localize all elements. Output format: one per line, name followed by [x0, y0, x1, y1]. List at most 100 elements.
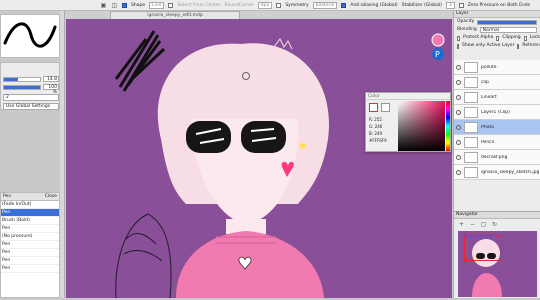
round-corner-label: RoundCorner [224, 2, 254, 8]
select-center-checkbox[interactable] [168, 2, 174, 8]
brush-opacity-slider[interactable] [3, 85, 41, 90]
layer-name: Layer1 (Clip) [481, 109, 510, 115]
zoom-out-icon[interactable]: − [469, 221, 476, 228]
layer-row[interactable]: ignacio_sleepy_sketch.jpg [454, 165, 540, 180]
black-scribble [114, 30, 166, 92]
opacity-row: Opacity [454, 18, 540, 26]
navigator-viewport-rect[interactable] [464, 235, 502, 261]
navigator-title: Navigator [454, 212, 540, 219]
layer-visibility-icon[interactable] [456, 139, 461, 145]
layer-panel-title: Layer [454, 11, 540, 18]
select-center-label: Select From Center [177, 2, 221, 8]
zero-pressure-checkbox[interactable] [458, 2, 464, 8]
brush-list-item[interactable]: Pen [1, 241, 59, 249]
saturation-value-picker[interactable] [398, 101, 445, 151]
fit-icon[interactable]: ▢ [480, 221, 487, 228]
stabilizer-label: Stabilizer (Global) [401, 2, 442, 8]
symmetry-label: Symmetry [285, 2, 309, 8]
blue-value: B: 249 [369, 131, 382, 136]
avatar-icon[interactable] [431, 33, 445, 47]
layer-row[interactable]: decrasf.png [454, 150, 540, 165]
rotate-icon[interactable]: ↻ [491, 221, 498, 228]
brush-list-item[interactable]: (No pressure) [1, 233, 59, 241]
zoom-in-icon[interactable]: + [458, 221, 465, 228]
brush-list-item[interactable]: (Fade In/Out) [1, 201, 59, 209]
pink-sweater [176, 231, 324, 298]
brush-list-header: Pen Close [1, 193, 59, 201]
layer-name: Pencil [481, 139, 495, 145]
layer-row[interactable]: Pencil [454, 135, 540, 150]
layer-row[interactable]: Lineart [454, 90, 540, 105]
brush-list-close-button[interactable]: Close [45, 194, 57, 199]
color-window: Color R: 255 G: 246 B: 249 #FFF6F9 [365, 92, 451, 152]
primary-color-swatch[interactable] [369, 103, 378, 112]
symmetry-checkbox[interactable] [276, 2, 282, 8]
show-active-checkbox[interactable] [457, 43, 459, 49]
layer-list: pollute clip Lineart Layer1 (Clip) Photo Penc… [454, 60, 540, 180]
brush-list-item[interactable]: Pen [1, 257, 59, 265]
shape-checkbox[interactable] [122, 2, 127, 8]
lock-checkbox[interactable] [523, 35, 527, 41]
layer-visibility-icon[interactable] [456, 124, 461, 130]
navigator-preview[interactable] [458, 231, 537, 297]
reference-label: Reference [522, 43, 540, 48]
brush-size-value[interactable]: 14.8 [43, 76, 59, 82]
navigator-panel: Navigator + − ▢ ↻ [453, 211, 540, 298]
brush-opacity-value[interactable]: 100 % [43, 84, 59, 95]
secondary-color-swatch[interactable] [381, 103, 390, 112]
brush-size-slider[interactable] [3, 77, 41, 82]
layer-thumbnail [464, 76, 478, 88]
blending-select[interactable]: Normal [479, 27, 537, 33]
layer-row[interactable]: pollute [454, 60, 540, 75]
blending-row: Blending Normal [454, 26, 540, 34]
brush-list-panel: Pen Close (Fade In/Out) Pen Brush (Bold) Pe… [0, 192, 60, 298]
global-settings-select[interactable]: Use Global Settings [3, 103, 59, 110]
opacity-label: Opacity [457, 19, 475, 24]
layer-visibility-icon[interactable] [456, 109, 461, 115]
layer-visibility-icon[interactable] [456, 79, 461, 85]
layer-row[interactable]: clip [454, 75, 540, 90]
pixiv-letter: P [435, 50, 440, 59]
layer-row[interactable]: Photo [454, 120, 540, 135]
stabilizer-select[interactable]: 3 [445, 1, 455, 9]
document-tab[interactable]: ignacio_sleepy_edit.mdp [110, 11, 240, 19]
layer-visibility-icon[interactable] [456, 154, 461, 160]
layer-panel: Layer Opacity Blending Normal Protect Al… [453, 11, 540, 211]
toolbar-left-icon-1[interactable]: ▣ [100, 2, 107, 9]
reference-checkbox[interactable] [517, 43, 520, 49]
brush-list-item[interactable]: Pen [1, 225, 59, 233]
drawing-canvas[interactable]: P [66, 19, 452, 299]
layer-row[interactable]: Layer1 (Clip) [454, 105, 540, 120]
sketch-lines [115, 213, 172, 299]
clipping-checkbox[interactable] [496, 35, 500, 41]
symmetry-select[interactable]: Bilateral [312, 1, 338, 9]
brush-list-item[interactable]: Brush (Bold) [1, 217, 59, 225]
protect-row: Protect Alpha Clipping Lock [454, 34, 540, 42]
protect-alpha-checkbox[interactable] [457, 35, 461, 41]
brush-stroke-preview [3, 22, 57, 48]
layer-thumbnail [464, 61, 478, 73]
brush-list-item[interactable]: Pen [1, 249, 59, 257]
antialias-checkbox[interactable] [341, 2, 347, 8]
hue-slider[interactable] [446, 101, 450, 151]
layer-visibility-icon[interactable] [456, 94, 461, 100]
layer-thumbnail [464, 91, 478, 103]
brush-list-item[interactable]: Pen [1, 209, 59, 217]
artwork: P [114, 30, 445, 299]
brush-list-item[interactable]: Pen [1, 265, 59, 273]
layer-visibility-icon[interactable] [456, 169, 461, 175]
layer-thumbnail [464, 106, 478, 118]
layer-name: Lineart [481, 94, 497, 100]
brush-preview [0, 14, 60, 58]
layer-thumbnail [464, 121, 478, 133]
show-active-row: Show only Active Layer Reference [454, 42, 540, 50]
layer-opacity-slider[interactable] [477, 19, 537, 25]
glasses-left-lens [186, 121, 231, 153]
layer-visibility-icon[interactable] [456, 64, 461, 70]
hex-value[interactable]: #FFF6F9 [369, 138, 387, 143]
round-corner-input[interactable]: 8px [257, 1, 273, 9]
shape-select[interactable]: Line [149, 1, 165, 9]
layer-thumbnail [464, 151, 478, 163]
toolbar-left-icon-2[interactable]: ◫ [111, 2, 118, 9]
brush-stabilizer-select[interactable]: 2 [3, 94, 59, 101]
